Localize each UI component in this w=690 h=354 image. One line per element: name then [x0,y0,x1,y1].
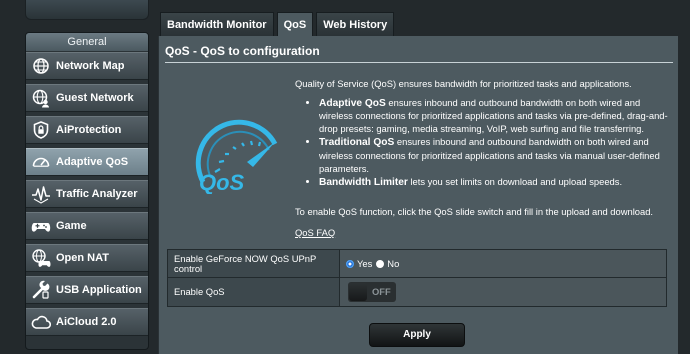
sidebar-item-traffic-analyzer[interactable]: Traffic Analyzer [26,180,148,208]
tab-web-history[interactable]: Web History [316,12,395,36]
sidebar-item-label: Guest Network [56,92,134,104]
tab-qos[interactable]: QoS [276,12,314,36]
sidebar: General Network Map Guest Network AiProt… [20,0,154,354]
qos-description: Quality of Service (QoS) ensures bandwid… [295,78,671,191]
bullet-text: lets you set limits on download and uplo… [407,176,623,188]
list-item: Bandwidth Limiter lets you set limits on… [319,176,671,190]
quick-setup-button[interactable] [25,0,149,20]
geforce-qos-options: Yes No [340,250,666,277]
list-item: Adaptive QoS ensures inbound and outboun… [319,97,671,136]
sidebar-item-label: Adaptive QoS [56,156,129,168]
tab-bandwidth-monitor[interactable]: Bandwidth Monitor [160,12,274,36]
qos-settings-table: Enable GeForce NOW QoS UPnP control Yes … [167,249,667,307]
sidebar-item-network-map[interactable]: Network Map [26,52,148,80]
geforce-qos-label: Enable GeForce NOW QoS UPnP control [168,250,340,277]
enable-instructions: To enable QoS function, click the QoS sl… [295,206,654,217]
sidebar-item-game[interactable]: Game [26,212,148,240]
sidebar-item-usb-application[interactable]: USB Application [26,276,148,304]
sidebar-item-label: Open NAT [56,252,109,264]
general-menu: General Network Map Guest Network AiProt… [25,32,149,350]
sidebar-item-label: AiProtection [56,124,122,136]
no-label: No [387,258,400,269]
sidebar-item-label: Network Map [56,60,125,72]
table-row: Enable QoS OFF [168,278,666,306]
globe-gamepad-icon [30,247,52,269]
toggle-state: OFF [372,286,391,297]
speedometer-icon [30,151,52,173]
usb-wrench-icon [30,279,52,301]
bullet-title: Traditional QoS [319,137,395,149]
sidebar-item-guest-network[interactable]: Guest Network [26,84,148,112]
sidebar-item-label: Traffic Analyzer [56,188,138,200]
enable-qos-control: OFF [340,278,666,306]
enable-qos-toggle[interactable]: OFF [348,282,396,302]
page-title: QoS - QoS to configuration [165,44,320,58]
yes-label: Yes [357,258,373,269]
qos-bullet-list: Adaptive QoS ensures inbound and outboun… [295,97,671,190]
sidebar-item-aicloud[interactable]: AiCloud 2.0 [26,308,148,336]
shield-lock-icon [30,119,52,141]
gamepad-icon [30,215,52,237]
apply-button[interactable]: Apply [369,323,465,347]
pulse-icon [30,183,52,205]
geforce-yes-radio[interactable] [346,259,354,268]
qos-logo-icon: QoS [195,119,278,194]
geforce-no-radio[interactable] [376,259,385,268]
list-item: Traditional QoS ensures inbound and outb… [319,136,671,175]
title-divider [165,62,673,63]
general-section-title: General [26,33,148,51]
toggle-knob [349,283,367,301]
table-row: Enable GeForce NOW QoS UPnP control Yes … [168,250,666,278]
sidebar-item-label: Game [56,220,87,232]
bullet-title: Bandwidth Limiter [319,177,408,189]
sidebar-item-label: AiCloud 2.0 [56,316,117,328]
qos-panel: QoS - QoS to configuration QoS Quality o… [158,36,678,354]
sidebar-item-open-nat[interactable]: Open NAT [26,244,148,272]
globe-network-icon [30,55,52,77]
tab-bar: Bandwidth Monitor QoS Web History [160,12,397,36]
qos-faq-link[interactable]: QoS FAQ [295,227,335,238]
qos-intro: Quality of Service (QoS) ensures bandwid… [295,78,632,89]
bullet-title: Adaptive QoS [319,97,386,109]
cloud-icon [30,311,52,333]
geforce-radio-group: Yes No [346,258,399,269]
sidebar-item-label: USB Application [56,284,142,296]
qos-logo-text: QoS [199,170,245,194]
sidebar-item-adaptive-qos[interactable]: Adaptive QoS [26,148,148,176]
guest-globe-icon [30,87,52,109]
enable-qos-label: Enable QoS [168,278,340,306]
sidebar-item-aiprotection[interactable]: AiProtection [26,116,148,144]
